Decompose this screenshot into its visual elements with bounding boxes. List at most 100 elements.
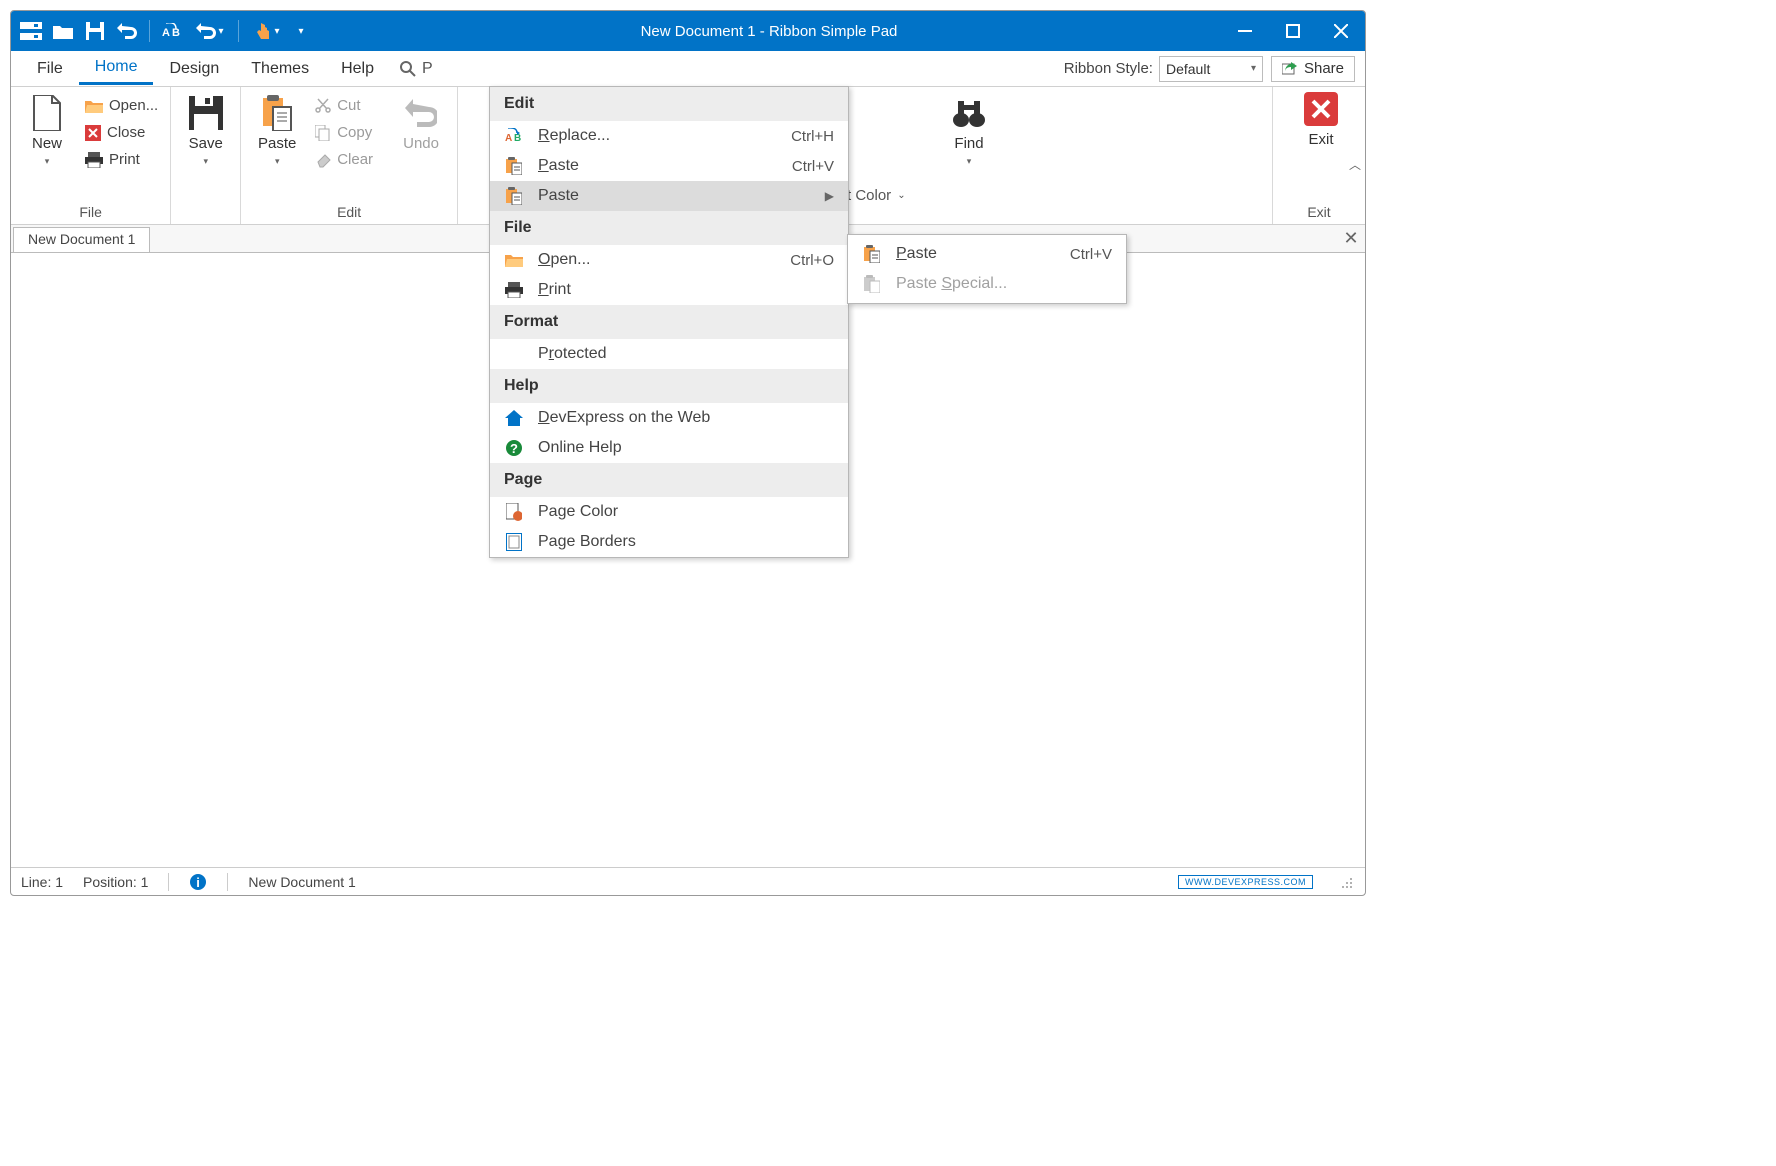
separator <box>238 20 239 42</box>
sub-paste[interactable]: Paste Ctrl+V <box>848 239 1126 269</box>
open-button[interactable]: Open... <box>81 95 162 116</box>
close-icon <box>85 125 101 141</box>
paste-icon <box>862 245 882 263</box>
replace-icon: AB <box>504 128 524 144</box>
dd-replace[interactable]: AB Replace... Ctrl+H <box>490 121 848 151</box>
status-bar: Line: 1 Position: 1 i New Document 1 WWW… <box>11 867 1365 895</box>
ribbon-style-label: Ribbon Style: <box>1064 60 1153 77</box>
brand-badge: WWW.DEVEXPRESS.COM <box>1178 875 1313 889</box>
svg-text:B: B <box>514 133 521 144</box>
page-color-icon <box>504 503 524 521</box>
document-tab[interactable]: New Document 1 <box>13 227 150 252</box>
tab-themes[interactable]: Themes <box>235 54 325 84</box>
qat-replace-icon[interactable]: AB <box>158 17 186 45</box>
ribbon-tabs: File Home Design Themes Help P Ribbon St… <box>11 51 1365 87</box>
dd-group-edit: Edit <box>490 87 848 121</box>
tab-help[interactable]: Help <box>325 54 390 84</box>
search-icon <box>400 61 416 77</box>
save-button[interactable]: Save ▾ <box>179 95 232 167</box>
close-doc-button[interactable]: Close <box>81 122 162 143</box>
dd-group-help: Help <box>490 369 848 403</box>
qat-undo2-icon[interactable]: ▾ <box>190 17 230 45</box>
new-document-icon <box>29 95 65 131</box>
copy-icon <box>315 125 331 141</box>
dd-online-help[interactable]: ? Online Help <box>490 433 848 463</box>
search-results-dropdown: Edit AB Replace... Ctrl+H Paste Ctrl+V P… <box>489 86 849 558</box>
print-button[interactable]: Print <box>81 149 162 170</box>
ribbon-search[interactable]: P <box>400 60 433 78</box>
svg-text:i: i <box>197 875 201 890</box>
paste-button[interactable]: Paste ▾ <box>249 95 305 167</box>
paste-icon <box>504 187 524 205</box>
undo-button[interactable]: Undo <box>393 95 449 152</box>
separator <box>149 20 150 42</box>
ribbon-group-save: Save ▾ <box>171 87 241 224</box>
exit-button[interactable]: Exit <box>1293 91 1349 202</box>
qat-touch-icon[interactable]: ▾ <box>247 17 287 45</box>
paste-icon <box>862 275 882 293</box>
quick-access-toolbar: AB ▾ ▾ ▾ <box>11 17 317 45</box>
eraser-icon <box>315 152 331 168</box>
window-title: New Document 1 - Ribbon Simple Pad <box>317 23 1221 40</box>
ribbon-group-edit: Paste ▾ Cut Copy Clear Undo Edit <box>241 87 458 224</box>
tab-file[interactable]: File <box>21 54 79 84</box>
bgcolor-button-partial[interactable]: t Color ⌄ <box>847 187 906 204</box>
paste-icon <box>504 157 524 175</box>
resize-grip-icon[interactable] <box>1341 875 1355 889</box>
dd-page-color[interactable]: Page Color <box>490 497 848 527</box>
cut-button[interactable]: Cut <box>311 95 377 116</box>
dd-open[interactable]: Open... Ctrl+O <box>490 245 848 275</box>
exit-icon <box>1303 91 1339 127</box>
copy-button[interactable]: Copy <box>311 122 377 143</box>
status-line: Line: 1 <box>21 874 63 890</box>
svg-text:A: A <box>505 133 512 144</box>
dd-print[interactable]: Print <box>490 275 848 305</box>
binoculars-icon <box>951 95 987 131</box>
status-position: Position: 1 <box>83 874 148 890</box>
dd-paste-submenu[interactable]: Paste ▶ <box>490 181 848 211</box>
qat-customize-dropdown[interactable]: ▾ <box>291 17 311 45</box>
collapse-ribbon-icon[interactable]: ︿ <box>1349 156 1361 173</box>
share-icon <box>1282 62 1298 76</box>
home-icon <box>504 410 524 426</box>
app-window: AB ▾ ▾ ▾ New Document 1 - Ribbon Simple … <box>10 10 1366 896</box>
qat-logo-icon[interactable] <box>17 17 45 45</box>
paste-submenu: Paste Ctrl+V Paste Special... <box>847 234 1127 304</box>
qat-open-icon[interactable] <box>49 17 77 45</box>
dd-group-file: File <box>490 211 848 245</box>
search-input[interactable]: P <box>422 60 433 78</box>
ribbon-style-combo[interactable]: Default ▾ <box>1159 56 1263 82</box>
help-icon: ? <box>504 439 524 457</box>
sub-paste-special: Paste Special... <box>848 269 1126 299</box>
new-button[interactable]: New ▾ <box>19 95 75 167</box>
qat-save-icon[interactable] <box>81 17 109 45</box>
info-icon[interactable]: i <box>189 873 207 891</box>
save-icon <box>188 95 224 131</box>
ribbon-group-file: New ▾ Open... Close Print File <box>11 87 171 224</box>
printer-icon <box>504 282 524 298</box>
find-area: Find ▾ <box>941 95 997 167</box>
dd-paste[interactable]: Paste Ctrl+V <box>490 151 848 181</box>
title-bar: AB ▾ ▾ ▾ New Document 1 - Ribbon Simple … <box>11 11 1365 51</box>
clear-button[interactable]: Clear <box>311 149 377 170</box>
close-button[interactable] <box>1317 11 1365 51</box>
dd-devexpress-web[interactable]: DevExpress on the Web <box>490 403 848 433</box>
folder-open-icon <box>85 99 103 113</box>
maximize-button[interactable] <box>1269 11 1317 51</box>
tab-home[interactable]: Home <box>79 52 154 85</box>
status-doc: New Document 1 <box>248 874 355 890</box>
share-button[interactable]: Share <box>1271 56 1355 82</box>
folder-open-icon <box>504 253 524 267</box>
dd-protected[interactable]: Protected <box>490 339 848 369</box>
tab-design[interactable]: Design <box>153 54 235 84</box>
tab-close-button[interactable]: ✕ <box>1337 225 1365 252</box>
window-controls <box>1221 11 1365 51</box>
find-button[interactable]: Find ▾ <box>941 95 997 167</box>
qat-undo-icon[interactable] <box>113 17 141 45</box>
svg-text:A: A <box>162 27 170 39</box>
dd-page-borders[interactable]: Page Borders <box>490 527 848 557</box>
minimize-button[interactable] <box>1221 11 1269 51</box>
dd-group-format: Format <box>490 305 848 339</box>
undo-icon <box>403 95 439 131</box>
paste-icon <box>259 95 295 131</box>
